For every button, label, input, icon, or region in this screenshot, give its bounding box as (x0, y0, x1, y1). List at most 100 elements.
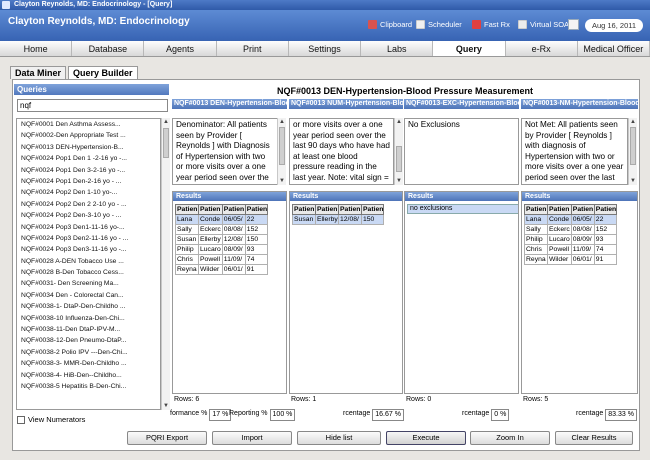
tab-query-builder[interactable]: Query Builder (68, 66, 138, 79)
menu-agents[interactable]: Agents (144, 41, 217, 56)
calendar-icon[interactable] (568, 19, 579, 30)
menu-print[interactable]: Print (217, 41, 289, 56)
column-header[interactable]: Patien (593, 204, 617, 215)
menu-database[interactable]: Database (72, 41, 145, 56)
column-header[interactable]: Patien (524, 204, 548, 215)
zoom-in-button[interactable]: Zoom In (470, 431, 550, 445)
scroll-down-icon[interactable]: ▼ (162, 402, 170, 410)
fast-rx-button[interactable]: Fast Rx (472, 20, 510, 29)
column-header[interactable]: Patien (292, 204, 316, 215)
exc-description[interactable]: No Exclusions (404, 118, 519, 185)
nm-description-scrollbar[interactable]: ▲ ▼ (628, 118, 637, 185)
table-row[interactable]: Reyna Wilder 06/01/91 (524, 254, 617, 265)
table-row[interactable]: Sally Eckerc 08/08/152 (524, 224, 617, 235)
menu-erx[interactable]: e-Rx (506, 41, 578, 56)
hide-list-button[interactable]: Hide list (297, 431, 381, 445)
scroll-up-icon[interactable]: ▲ (162, 118, 170, 126)
query-list-item[interactable]: NQF#0028 A-DEN Tobacco Use ... (17, 256, 160, 267)
scroll-up-icon[interactable]: ▲ (395, 118, 403, 126)
query-list-item[interactable]: NQF#0038-12-Den Pneumo-DtaP... (17, 335, 160, 346)
menu-query[interactable]: Query (433, 41, 506, 56)
scroll-thumb[interactable] (396, 146, 402, 172)
results-header: Results (290, 192, 402, 201)
den-description[interactable]: Denominator: All patients seen by Provid… (172, 118, 278, 185)
scroll-thumb[interactable] (630, 127, 636, 165)
scroll-down-icon[interactable]: ▼ (395, 177, 403, 185)
query-list-item[interactable]: NQF#0024 Pop3 Den3-11-16 yo -... (17, 244, 160, 255)
query-list-item[interactable]: NQF#0001 Den Asthma Assess... (17, 119, 160, 130)
query-list-item[interactable]: NQF#0024 Pop1 Den 3-2-16 yo -... (17, 165, 160, 176)
table-row[interactable]: Chris Powell 11/09/74 (175, 254, 268, 265)
table-row[interactable]: Philip Lucaro 08/09/93 (175, 244, 268, 255)
query-list-item[interactable]: NQF#0031- Den Screening Ma... (17, 278, 160, 289)
scroll-thumb[interactable] (163, 128, 169, 158)
column-header[interactable]: Patien (198, 204, 223, 215)
query-list-item[interactable]: NQF#0038-5 Hepatitis B-Den-Chi... (17, 381, 160, 392)
column-header[interactable]: Patien (338, 204, 362, 215)
column-header[interactable]: Patien (570, 204, 595, 215)
clear-results-button[interactable]: Clear Results (555, 431, 633, 445)
query-list-item[interactable]: NQF#0028 B-Den Tobacco Cess... (17, 267, 160, 278)
scroll-thumb[interactable] (279, 127, 285, 165)
query-search-input[interactable] (17, 99, 168, 112)
table-row[interactable]: Sally Eckerc 08/08/152 (175, 224, 268, 235)
execute-button[interactable]: Execute (386, 431, 466, 445)
den-description-scrollbar[interactable]: ▲ ▼ (277, 118, 286, 185)
date-display[interactable]: Aug 16, 2011 (585, 19, 643, 32)
table-row[interactable]: Susan Ellerby 12/08/150 (175, 234, 268, 245)
virtual-soap-button[interactable]: Virtual SOAP (518, 20, 574, 29)
table-row[interactable]: Reyna Wilder 06/01/91 (175, 264, 268, 275)
table-row[interactable]: Chris Powell 11/09/74 (524, 244, 617, 255)
query-list-item[interactable]: NQF#0002-Den Appropriate Test ... (17, 130, 160, 141)
num-results: Results Patien Patien Patien Patien Susa… (289, 191, 403, 394)
query-list-item[interactable]: NQF#0038-10 Influenza-Den-Chi... (17, 313, 160, 324)
query-list-item[interactable]: NQF#0038-2 Polio IPV ---Den-Chi... (17, 347, 160, 358)
menu-settings[interactable]: Settings (289, 41, 362, 56)
query-list-item[interactable]: NQF#0038-1- DtaP-Den-Childho ... (17, 301, 160, 312)
pqri-export-button[interactable]: PQRI Export (127, 431, 207, 445)
table-row[interactable]: Philip Lucaro 08/09/93 (524, 234, 617, 245)
query-list-item[interactable]: NQF#0013 DEN-Hypertension-B... (17, 142, 160, 153)
no-exclusions-row[interactable]: no exclusions (407, 204, 518, 214)
query-list-item[interactable]: NQF#0024 Pop1 Den 1 -2-16 yo -... (17, 153, 160, 164)
column-header[interactable]: Patien (547, 204, 572, 215)
column-header[interactable]: Patien (361, 204, 384, 215)
query-list-item[interactable]: NQF#0024 Pop2 Den 2 2-10 yo - ... (17, 199, 160, 210)
menu-labs[interactable]: Labs (361, 41, 434, 56)
num-percentage-value: 16.67 % (372, 409, 404, 421)
query-list-item[interactable]: NQF#0024 Pop3 Den2-11-16 yo - ... (17, 233, 160, 244)
query-list-item[interactable]: NQF#0034 Den - Colorectal Can... (17, 290, 160, 301)
menu-medical-officer[interactable]: Medical Officer (578, 41, 650, 56)
table-row[interactable]: Lana Conde 06/05/22 (524, 214, 617, 225)
clipboard-button[interactable]: Clipboard (368, 20, 412, 29)
nm-description[interactable]: Not Met: All patients seen by Provider [… (521, 118, 628, 185)
num-description-scrollbar[interactable]: ▲ ▼ (394, 118, 403, 185)
view-numerators-checkbox[interactable]: View Numerators (17, 415, 85, 424)
query-list-item[interactable]: NQF#0024 Pop2 Den-3-10 yo - ... (17, 210, 160, 221)
column-header[interactable]: Patien (315, 204, 339, 215)
query-list-item[interactable]: NQF#0024 Pop3 Den1-11-16 yo-... (17, 222, 160, 233)
scroll-up-icon[interactable]: ▲ (278, 118, 286, 126)
scroll-up-icon[interactable]: ▲ (629, 118, 637, 126)
column-header[interactable]: Patien (244, 204, 268, 215)
table-row[interactable]: Lana Conde 06/05/22 (175, 214, 268, 225)
tab-data-miner[interactable]: Data Miner (10, 66, 67, 79)
scroll-down-icon[interactable]: ▼ (278, 177, 286, 185)
import-button[interactable]: Import (212, 431, 292, 445)
query-list-item[interactable]: NQF#0038-4- HiB-Den--Childho... (17, 370, 160, 381)
nm-results: Results Patien Patien Patien Patien Lana… (521, 191, 638, 394)
column-header[interactable]: Patien (175, 204, 199, 215)
column-header[interactable]: Patien (221, 204, 246, 215)
num-row-count: Rows: 1 (291, 396, 317, 403)
num-description[interactable]: or more visits over a one year period se… (289, 118, 394, 185)
query-list-scrollbar[interactable]: ▲ ▼ (161, 118, 170, 410)
menu-home[interactable]: Home (0, 41, 73, 56)
query-list-item[interactable]: NQF#0024 Pop1 Den-2-16 yo - ... (17, 176, 160, 187)
table-row[interactable]: Susan Ellerby 12/08/150 (292, 214, 384, 225)
query-list-item[interactable]: NQF#0038-11-Den DtaP-IPV-M... (17, 324, 160, 335)
query-list-item[interactable]: NQF#0038-3- MMR-Den-Childho ... (17, 358, 160, 369)
query-list-item[interactable]: NQF#0024 Pop2 Den 1-10 yo-... (17, 187, 160, 198)
scheduler-button[interactable]: Scheduler (416, 20, 462, 29)
scroll-down-icon[interactable]: ▼ (629, 177, 637, 185)
checkbox-icon[interactable] (17, 415, 25, 424)
